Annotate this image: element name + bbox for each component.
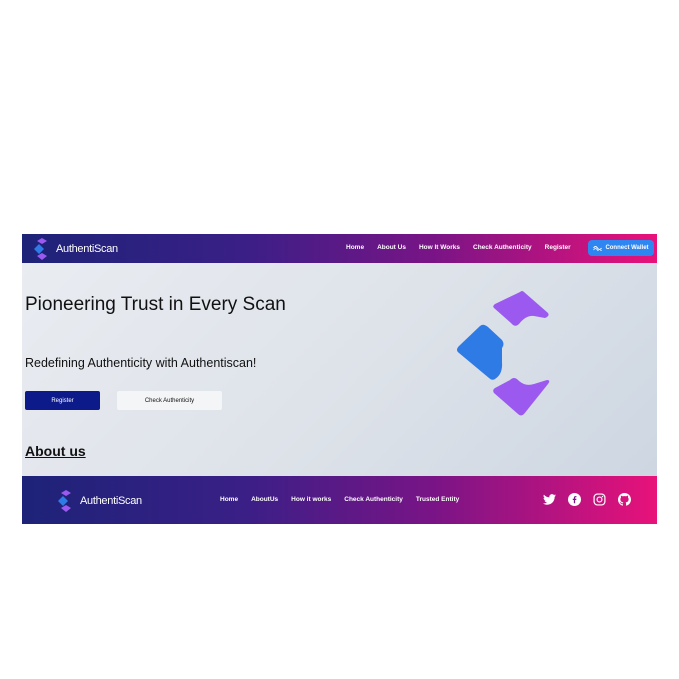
hero-subtitle: Redefining Authenticity with Authentisca… <box>25 356 257 370</box>
nav-check-authenticity[interactable]: Check Authenticity <box>473 244 532 251</box>
header-nav: Home About Us How It Works Check Authent… <box>346 244 571 251</box>
about-us-heading: About us <box>25 443 86 459</box>
logo-icon <box>58 490 71 512</box>
nav-register[interactable]: Register <box>545 244 571 251</box>
register-button[interactable]: Register <box>25 391 100 410</box>
top-nav-bar: AuthentiScan Home About Us How It Works … <box>22 234 657 263</box>
footer-bar: AuthentiScan Home AboutUs How it works C… <box>22 476 657 524</box>
footer-logo[interactable]: AuthentiScan <box>56 489 142 513</box>
hero-logo-graphic <box>457 291 550 416</box>
brand-name: AuthentiScan <box>56 243 118 255</box>
footer-nav-check-authenticity[interactable]: Check Authenticity <box>344 496 403 503</box>
footer-nav: Home AboutUs How it works Check Authenti… <box>220 496 459 503</box>
logo-icon <box>34 238 47 260</box>
hero-title: Pioneering Trust in Every Scan <box>25 294 286 315</box>
footer-nav-how-it-works[interactable]: How it works <box>291 496 331 503</box>
nav-home[interactable]: Home <box>346 244 364 251</box>
instagram-icon[interactable] <box>592 492 606 506</box>
footer-nav-home[interactable]: Home <box>220 496 238 503</box>
app-frame: AuthentiScan Home About Us How It Works … <box>22 234 657 524</box>
nav-about-us[interactable]: About Us <box>377 244 406 251</box>
nav-how-it-works[interactable]: How It Works <box>419 244 460 251</box>
github-icon[interactable] <box>617 492 631 506</box>
wallet-link-icon <box>593 246 603 251</box>
footer-nav-trusted-entity[interactable]: Trusted Entity <box>416 496 459 503</box>
brand-name: AuthentiScan <box>80 495 142 507</box>
connect-wallet-label: Connect Wallet <box>605 245 649 251</box>
facebook-icon[interactable] <box>567 492 581 506</box>
connect-wallet-button[interactable]: Connect Wallet <box>588 240 654 256</box>
footer-nav-about-us[interactable]: AboutUs <box>251 496 278 503</box>
hero-section: Pioneering Trust in Every Scan Redefinin… <box>22 263 657 476</box>
twitter-icon[interactable] <box>542 492 556 506</box>
check-authenticity-button[interactable]: Check Authenticity <box>117 391 222 410</box>
social-links <box>542 492 631 506</box>
header-logo[interactable]: AuthentiScan <box>32 237 118 261</box>
